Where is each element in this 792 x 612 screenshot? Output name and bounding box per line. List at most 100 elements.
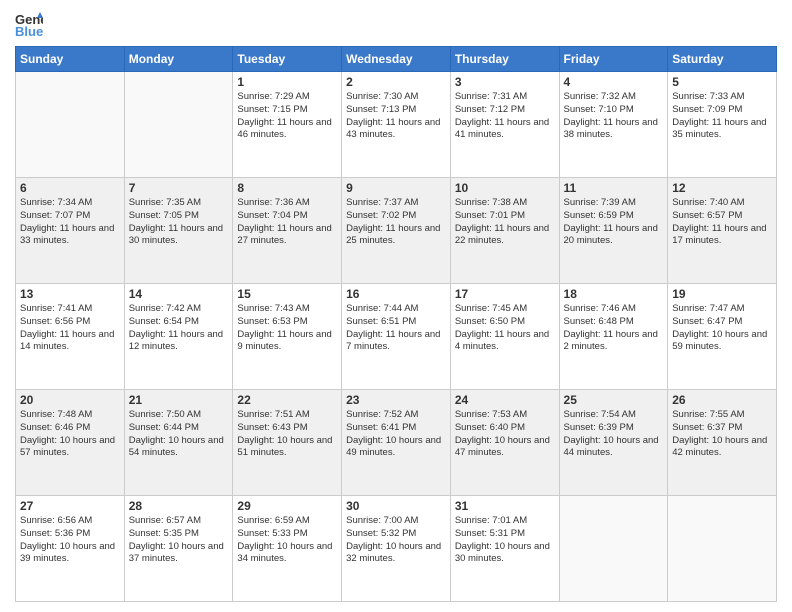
day-number: 10 [455,181,555,195]
day-number: 25 [564,393,664,407]
day-info: Sunrise: 7:31 AM Sunset: 7:12 PM Dayligh… [455,91,555,142]
day-info: Sunrise: 7:32 AM Sunset: 7:10 PM Dayligh… [564,91,664,142]
day-info: Sunrise: 7:45 AM Sunset: 6:50 PM Dayligh… [455,303,555,354]
calendar-cell: 17 Sunrise: 7:45 AM Sunset: 6:50 PM Dayli… [450,284,559,390]
calendar-day-header: Sunday [16,47,125,72]
day-number: 3 [455,75,555,89]
calendar-cell: 23 Sunrise: 7:52 AM Sunset: 6:41 PM Dayli… [342,390,451,496]
page: General Blue SundayMondayTuesdayWednesda… [0,0,792,612]
day-number: 29 [237,499,337,513]
day-number: 20 [20,393,120,407]
calendar-cell: 13 Sunrise: 7:41 AM Sunset: 6:56 PM Dayli… [16,284,125,390]
day-info: Sunrise: 7:35 AM Sunset: 7:05 PM Dayligh… [129,197,229,248]
day-info: Sunrise: 7:38 AM Sunset: 7:01 PM Dayligh… [455,197,555,248]
day-info: Sunrise: 7:29 AM Sunset: 7:15 PM Dayligh… [237,91,337,142]
calendar-cell: 31Sunrise: 7:01 AM Sunset: 5:31 PM Dayli… [450,496,559,602]
calendar-day-header: Friday [559,47,668,72]
day-number: 14 [129,287,229,301]
day-number: 8 [237,181,337,195]
header: General Blue [15,10,777,38]
calendar-cell: 28 Sunrise: 6:57 AM Sunset: 5:35 PM Dayli… [124,496,233,602]
calendar-cell: 20 Sunrise: 7:48 AM Sunset: 6:46 PM Dayli… [16,390,125,496]
logo: General Blue [15,10,47,38]
logo-icon: General Blue [15,10,43,38]
day-info: Sunrise: 7:52 AM Sunset: 6:41 PM Dayligh… [346,409,446,460]
calendar-week-row: 13 Sunrise: 7:41 AM Sunset: 6:56 PM Dayli… [16,284,777,390]
calendar-cell: 2 Sunrise: 7:30 AM Sunset: 7:13 PM Daylig… [342,72,451,178]
day-number: 26 [672,393,772,407]
day-number: 17 [455,287,555,301]
calendar-week-row: 1 Sunrise: 7:29 AM Sunset: 7:15 PM Daylig… [16,72,777,178]
day-info: Sunrise: 6:59 AM Sunset: 5:33 PM Dayligh… [237,515,337,566]
calendar-header-row: SundayMondayTuesdayWednesdayThursdayFrid… [16,47,777,72]
calendar-day-header: Saturday [668,47,777,72]
calendar-table: SundayMondayTuesdayWednesdayThursdayFrid… [15,46,777,602]
calendar-cell: 18Sunrise: 7:46 AM Sunset: 6:48 PM Dayli… [559,284,668,390]
day-number: 21 [129,393,229,407]
calendar-cell: 19Sunrise: 7:47 AM Sunset: 6:47 PM Dayli… [668,284,777,390]
day-info: Sunrise: 7:48 AM Sunset: 6:46 PM Dayligh… [20,409,120,460]
calendar-week-row: 20 Sunrise: 7:48 AM Sunset: 6:46 PM Dayli… [16,390,777,496]
calendar-cell: 24 Sunrise: 7:53 AM Sunset: 6:40 PM Dayli… [450,390,559,496]
calendar-cell: 7Sunrise: 7:35 AM Sunset: 7:05 PM Daylig… [124,178,233,284]
day-info: Sunrise: 7:39 AM Sunset: 6:59 PM Dayligh… [564,197,664,248]
day-info: Sunrise: 7:55 AM Sunset: 6:37 PM Dayligh… [672,409,772,460]
calendar-cell: 16 Sunrise: 7:44 AM Sunset: 6:51 PM Dayli… [342,284,451,390]
day-info: Sunrise: 7:37 AM Sunset: 7:02 PM Dayligh… [346,197,446,248]
calendar-cell: 6 Sunrise: 7:34 AM Sunset: 7:07 PM Daylig… [16,178,125,284]
calendar-cell: 3 Sunrise: 7:31 AM Sunset: 7:12 PM Daylig… [450,72,559,178]
calendar-cell: 8Sunrise: 7:36 AM Sunset: 7:04 PM Daylig… [233,178,342,284]
calendar-cell: 14 Sunrise: 7:42 AM Sunset: 6:54 PM Dayli… [124,284,233,390]
day-number: 9 [346,181,446,195]
calendar-cell: 4 Sunrise: 7:32 AM Sunset: 7:10 PM Daylig… [559,72,668,178]
svg-text:Blue: Blue [15,24,43,38]
day-number: 16 [346,287,446,301]
day-number: 4 [564,75,664,89]
day-number: 27 [20,499,120,513]
day-number: 24 [455,393,555,407]
calendar-cell: 22 Sunrise: 7:51 AM Sunset: 6:43 PM Dayli… [233,390,342,496]
calendar-cell: 9 Sunrise: 7:37 AM Sunset: 7:02 PM Daylig… [342,178,451,284]
calendar-day-header: Monday [124,47,233,72]
calendar-cell [124,72,233,178]
calendar-cell: 29 Sunrise: 6:59 AM Sunset: 5:33 PM Dayli… [233,496,342,602]
day-number: 6 [20,181,120,195]
day-number: 15 [237,287,337,301]
day-number: 13 [20,287,120,301]
calendar-week-row: 6 Sunrise: 7:34 AM Sunset: 7:07 PM Daylig… [16,178,777,284]
day-number: 30 [346,499,446,513]
day-number: 22 [237,393,337,407]
calendar-cell: 10 Sunrise: 7:38 AM Sunset: 7:01 PM Dayli… [450,178,559,284]
day-number: 19 [672,287,772,301]
day-info: Sunrise: 7:42 AM Sunset: 6:54 PM Dayligh… [129,303,229,354]
calendar-cell: 5Sunrise: 7:33 AM Sunset: 7:09 PM Daylig… [668,72,777,178]
day-number: 5 [672,75,772,89]
day-number: 1 [237,75,337,89]
day-number: 23 [346,393,446,407]
day-info: Sunrise: 7:46 AM Sunset: 6:48 PM Dayligh… [564,303,664,354]
day-info: Sunrise: 7:34 AM Sunset: 7:07 PM Dayligh… [20,197,120,248]
day-info: Sunrise: 6:57 AM Sunset: 5:35 PM Dayligh… [129,515,229,566]
day-info: Sunrise: 7:40 AM Sunset: 6:57 PM Dayligh… [672,197,772,248]
day-number: 11 [564,181,664,195]
day-info: Sunrise: 7:01 AM Sunset: 5:31 PM Dayligh… [455,515,555,566]
day-number: 12 [672,181,772,195]
day-number: 28 [129,499,229,513]
day-info: Sunrise: 7:54 AM Sunset: 6:39 PM Dayligh… [564,409,664,460]
day-info: Sunrise: 7:51 AM Sunset: 6:43 PM Dayligh… [237,409,337,460]
calendar-week-row: 27 Sunrise: 6:56 AM Sunset: 5:36 PM Dayli… [16,496,777,602]
day-info: Sunrise: 7:41 AM Sunset: 6:56 PM Dayligh… [20,303,120,354]
calendar-day-header: Tuesday [233,47,342,72]
day-info: Sunrise: 7:53 AM Sunset: 6:40 PM Dayligh… [455,409,555,460]
calendar-cell: 25 Sunrise: 7:54 AM Sunset: 6:39 PM Dayli… [559,390,668,496]
calendar-cell [16,72,125,178]
day-info: Sunrise: 7:30 AM Sunset: 7:13 PM Dayligh… [346,91,446,142]
calendar-cell [668,496,777,602]
calendar-cell: 27 Sunrise: 6:56 AM Sunset: 5:36 PM Dayli… [16,496,125,602]
day-info: Sunrise: 6:56 AM Sunset: 5:36 PM Dayligh… [20,515,120,566]
day-number: 2 [346,75,446,89]
calendar-cell: 12 Sunrise: 7:40 AM Sunset: 6:57 PM Dayli… [668,178,777,284]
day-info: Sunrise: 7:00 AM Sunset: 5:32 PM Dayligh… [346,515,446,566]
day-info: Sunrise: 7:44 AM Sunset: 6:51 PM Dayligh… [346,303,446,354]
calendar-day-header: Wednesday [342,47,451,72]
